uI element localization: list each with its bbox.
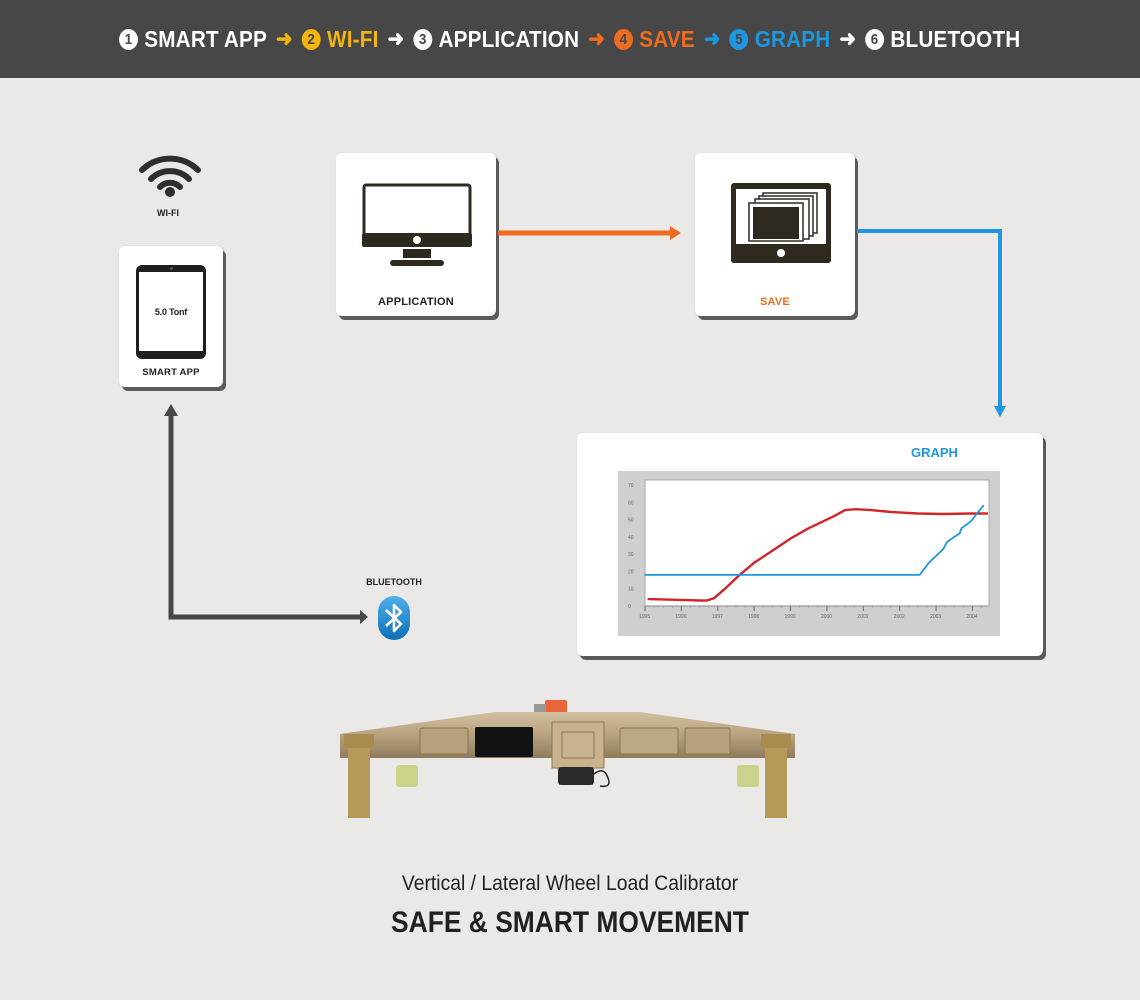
- x-tick-label: 2000: [821, 614, 832, 620]
- x-tick-label: 1999: [785, 614, 796, 620]
- line-chart: 0 10 20 30 40 50 60 70 1995 1996 1997 1998 1999 2000 2…: [628, 479, 990, 620]
- x-tick-label: 2001: [857, 614, 868, 620]
- bluetooth-to-smart-app-arrow: [164, 404, 368, 624]
- bluetooth-icon: [378, 596, 410, 640]
- y-tick-label: 70: [628, 483, 634, 489]
- x-tick-label: 2003: [930, 614, 941, 620]
- x-tick-label: 2002: [894, 614, 905, 620]
- graph-title: GRAPH: [911, 445, 958, 460]
- graph-card: GRAPH 0 10 20 30 40 50 60 70 1995 1996 1997 1998 199…: [577, 433, 1043, 656]
- x-tick-label: 2004: [966, 614, 977, 620]
- application-to-save-arrow: [498, 226, 681, 240]
- x-tick-label: 1997: [712, 614, 723, 620]
- x-tick-label: 1998: [748, 614, 759, 620]
- plot-area: [644, 479, 990, 607]
- y-tick-label: 40: [628, 535, 634, 541]
- y-tick-label: 10: [628, 587, 634, 593]
- save-to-graph-arrow: [857, 229, 1006, 417]
- y-tick-label: 20: [628, 569, 634, 575]
- x-tick-label: 1995: [639, 614, 650, 620]
- y-tick-label: 0: [628, 604, 631, 610]
- graph-panel: 0 10 20 30 40 50 60 70 1995 1996 1997 1998 1999 2000 2…: [618, 471, 1000, 636]
- product-title: SAFE & SMART MOVEMENT: [391, 906, 749, 939]
- product-subtitle: Vertical / Lateral Wheel Load Calibrator: [401, 872, 739, 895]
- bluetooth-label: BLUETOOTH: [366, 577, 422, 587]
- y-tick-label: 60: [628, 500, 634, 506]
- y-tick-label: 50: [628, 518, 634, 524]
- wheel-load-calibrator-photo: [340, 700, 795, 818]
- x-tick-label: 1996: [675, 614, 686, 620]
- bluetooth-node: BLUETOOTH: [362, 577, 426, 643]
- y-tick-label: 30: [628, 552, 634, 558]
